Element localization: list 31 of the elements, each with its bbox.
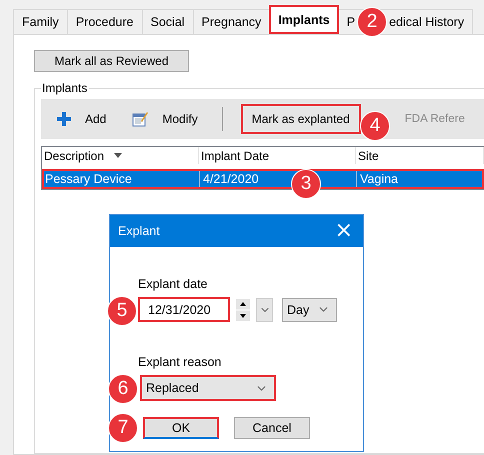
dialog-title: Explant [118,224,160,238]
date-field[interactable]: 12/31/2020 [138,297,230,322]
calendar-dropdown[interactable] [256,298,273,322]
cancel-button[interactable]: Cancel [234,417,310,439]
sort-arrow-icon [114,153,122,158]
mark-reviewed-button[interactable]: Mark all as Reviewed [34,50,189,72]
mark-explanted-button[interactable]: Mark as explanted [240,104,361,134]
field-label: Explant date [138,277,208,291]
ok-button[interactable]: OK [143,417,219,439]
tab-label-end: edical History [389,15,464,29]
spinner-icon[interactable] [236,298,250,320]
notepad-pencil-icon [132,111,148,127]
callout-badge: 6 [108,374,138,404]
tab[interactable]: Implants [269,5,339,34]
callout-badge: 5 [107,296,137,326]
column-header[interactable]: Site [356,147,484,164]
table-cell-text: Pessary Device [44,171,133,188]
unit-dropdown[interactable]: Day [282,298,337,322]
table-cell: Vagina [356,169,484,189]
field-label: Explant reason [138,355,222,369]
close-button[interactable]: × [334,220,353,242]
tab[interactable]: Family [13,9,68,34]
add-button[interactable]: Add [49,104,114,134]
group-title: Implants [41,81,90,95]
reason-dropdown[interactable]: Replaced [140,375,276,401]
column-header[interactable]: Implant Date [199,147,356,164]
column-header[interactable]: Description [42,147,199,164]
tab-label-start: P [346,15,356,29]
modify-button[interactable]: Modify [124,104,206,134]
callout-badge: 7 [108,413,138,443]
plus-icon [57,112,71,126]
